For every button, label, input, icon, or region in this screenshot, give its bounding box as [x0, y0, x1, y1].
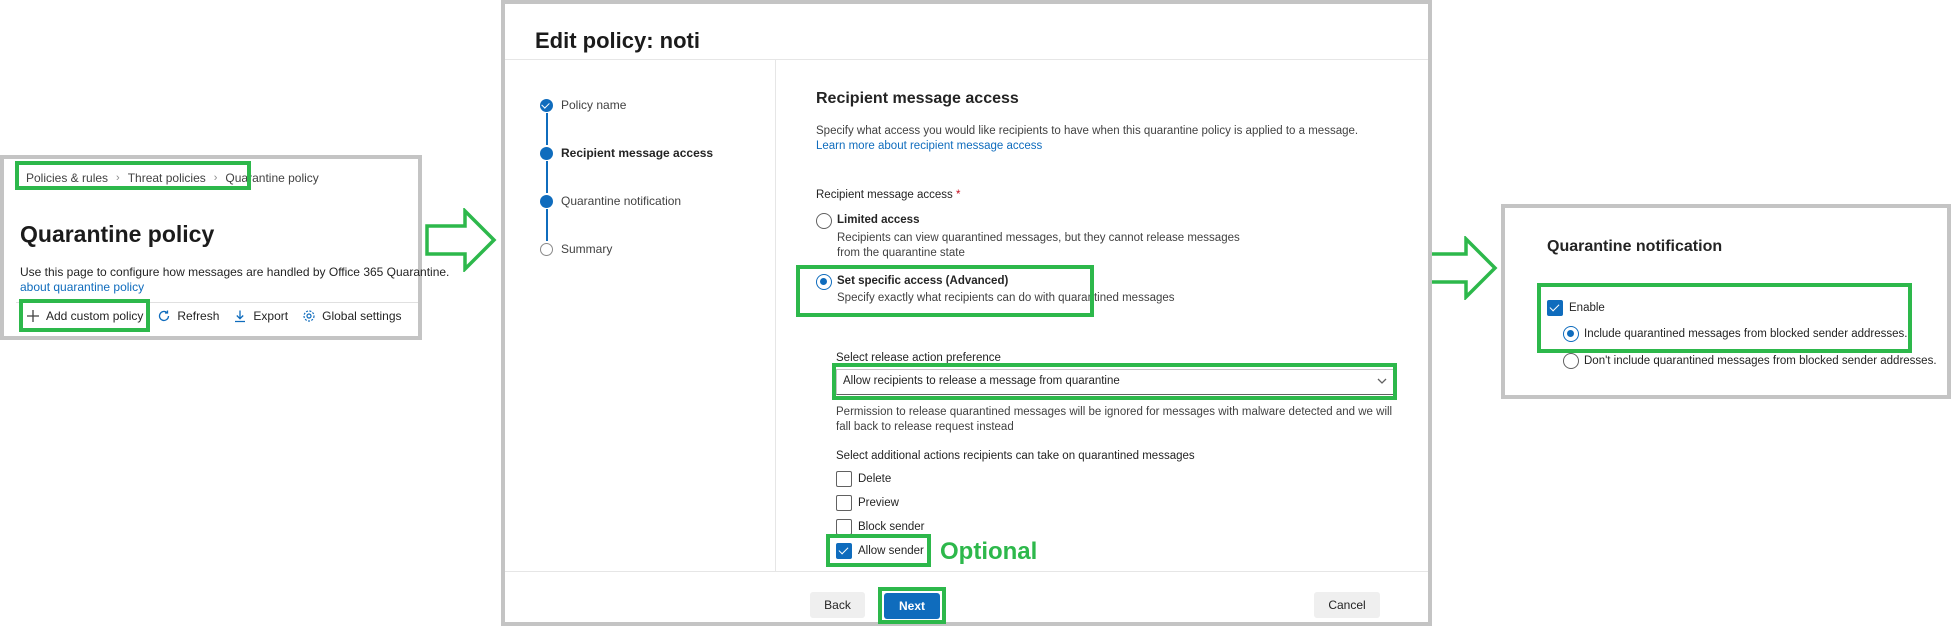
step-connector — [546, 161, 548, 193]
export-button[interactable]: Export — [233, 309, 288, 323]
step-recipient-message-access[interactable]: Recipient message access — [540, 144, 770, 164]
arrow-right-icon — [425, 208, 497, 272]
option-title: Set specific access (Advanced) — [837, 275, 1009, 287]
option-description: Specify exactly what recipients can do w… — [837, 292, 1175, 304]
optional-annotation: Optional — [940, 538, 1038, 565]
allow-sender-checkbox[interactable] — [836, 543, 852, 559]
radio-label: Don't include quarantined messages from … — [1584, 355, 1937, 367]
checkbox-label: Preview — [858, 497, 899, 509]
checkbox-label: Delete — [858, 473, 892, 485]
step-connector — [546, 209, 548, 241]
step-label: Quarantine notification — [561, 194, 682, 208]
empty-circle-icon — [540, 243, 553, 256]
cancel-button[interactable]: Cancel — [1314, 592, 1380, 618]
radio-label: Include quarantined messages from blocke… — [1584, 328, 1908, 340]
check-circle-icon — [540, 99, 553, 112]
checkbox-label: Enable — [1569, 302, 1605, 314]
checkbox-label: Block sender — [858, 521, 925, 533]
breadcrumb-item-threat-policies[interactable]: Threat policies — [128, 171, 206, 185]
next-button[interactable]: Next — [884, 593, 940, 619]
select-value: Allow recipients to release a message fr… — [843, 375, 1120, 387]
divider — [16, 302, 418, 303]
add-custom-policy-label: Add custom policy — [46, 309, 144, 323]
breadcrumb: Policies & rules › Threat policies › Qua… — [26, 171, 319, 185]
divider — [505, 59, 1428, 60]
chevron-right-icon: › — [116, 172, 120, 184]
specific-access-radio[interactable] — [816, 274, 832, 290]
panel-title: Edit policy: noti — [535, 28, 700, 53]
refresh-icon — [159, 310, 170, 322]
gear-icon — [303, 310, 315, 322]
global-settings-button[interactable]: Global settings — [302, 309, 402, 323]
page-description: Use this page to configure how messages … — [20, 265, 450, 279]
divider — [775, 60, 776, 572]
option-description: Recipients can view quarantined messages… — [837, 232, 1240, 259]
about-quarantine-policy-link[interactable]: about quarantine policy — [20, 280, 144, 294]
breadcrumb-item-policies-rules[interactable]: Policies & rules — [26, 171, 108, 185]
chevron-right-icon: › — [213, 172, 218, 184]
edit-policy-panel: Edit policy: noti Policy name Recipient … — [501, 0, 1432, 626]
quarantine-notification-panel: Quarantine notification Enable Include q… — [1501, 204, 1951, 399]
section-title: Quarantine notification — [1547, 238, 1723, 255]
breadcrumb-item-quarantine-policy[interactable]: Quarantine policy — [225, 171, 318, 185]
back-button[interactable]: Back — [810, 592, 865, 618]
step-label: Policy name — [561, 98, 627, 112]
enable-checkbox[interactable] — [1547, 300, 1563, 316]
required-marker: * — [956, 189, 961, 201]
option-title: Limited access — [837, 214, 920, 226]
release-preference-select[interactable]: Allow recipients to release a message fr… — [836, 369, 1396, 395]
plus-icon — [27, 310, 39, 322]
step-summary[interactable]: Summary — [540, 240, 770, 260]
download-icon — [235, 310, 246, 323]
current-step-icon — [540, 147, 553, 160]
limited-access-radio[interactable] — [816, 213, 832, 229]
refresh-label: Refresh — [177, 309, 220, 323]
checkbox-label: Allow sender — [858, 545, 924, 557]
chevron-down-icon — [1377, 378, 1387, 384]
step-label: Recipient message access — [561, 146, 714, 160]
include-blocked-radio[interactable] — [1563, 326, 1579, 342]
learn-more-link[interactable]: Learn more about recipient message acces… — [816, 140, 1042, 152]
divider — [505, 571, 1428, 572]
export-label: Export — [253, 309, 289, 323]
page-title: Quarantine policy — [20, 221, 215, 247]
field-label: Recipient message access * — [816, 189, 960, 201]
release-preference-label: Select release action preference — [836, 352, 1001, 364]
block-sender-checkbox[interactable] — [836, 519, 852, 535]
release-help-text: Permission to release quarantined messag… — [836, 406, 1393, 433]
refresh-button[interactable]: Refresh — [157, 309, 219, 323]
step-quarantine-notification[interactable]: Quarantine notification — [540, 192, 770, 212]
section-description-text: Specify what access you would like recip… — [816, 125, 1359, 137]
global-settings-label: Global settings — [322, 309, 402, 323]
additional-actions-label: Select additional actions recipients can… — [836, 450, 1195, 462]
enable-notification-highlight — [1537, 283, 1912, 353]
quarantine-policy-panel: Policies & rules › Threat policies › Qua… — [0, 155, 449, 340]
section-title: Recipient message access — [816, 90, 1019, 107]
step-policy-name[interactable]: Policy name — [540, 96, 770, 116]
exclude-blocked-radio[interactable] — [1563, 353, 1579, 369]
step-label: Summary — [561, 242, 613, 256]
field-label-text: Recipient message access — [816, 189, 953, 201]
preview-checkbox[interactable] — [836, 495, 852, 511]
section-description: Specify what access you would like recip… — [816, 124, 1376, 154]
step-connector — [546, 113, 548, 145]
arrow-right-icon — [1426, 236, 1498, 300]
add-custom-policy-button[interactable]: Add custom policy — [26, 309, 143, 323]
delete-checkbox[interactable] — [836, 471, 852, 487]
toolbar: Add custom policy Refresh Export Global … — [26, 309, 416, 323]
step-dot-icon — [540, 195, 553, 208]
